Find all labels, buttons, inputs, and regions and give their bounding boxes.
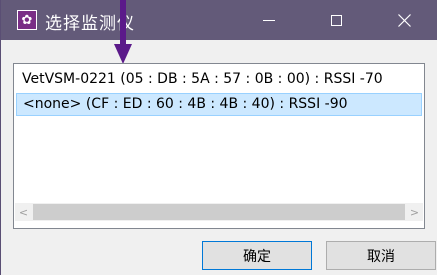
minimize-button[interactable] bbox=[246, 0, 292, 40]
title-bar[interactable]: ✿ 选择监测仪 bbox=[1, 0, 437, 40]
scroll-left-arrow-icon[interactable]: < bbox=[15, 203, 32, 221]
close-button[interactable] bbox=[381, 0, 427, 40]
scroll-right-arrow-icon[interactable]: > bbox=[406, 203, 423, 221]
maximize-button[interactable] bbox=[313, 0, 359, 40]
maximize-icon bbox=[330, 14, 342, 26]
device-list[interactable]: VetVSM-0221 (05 : DB : 5A : 57 : 0B : 00… bbox=[13, 63, 425, 229]
device-list-item-selected[interactable]: <none> (CF : ED : 60 : 4B : 4B : 40) : R… bbox=[16, 93, 422, 116]
cancel-button[interactable]: 取消 bbox=[326, 241, 436, 270]
annotation-arrow-icon bbox=[114, 0, 132, 64]
close-icon bbox=[397, 13, 411, 27]
ok-button[interactable]: 确定 bbox=[202, 241, 312, 270]
minimize-icon bbox=[263, 19, 275, 21]
horizontal-scrollbar[interactable]: < > bbox=[15, 203, 423, 221]
device-select-dialog: ✿ 选择监测仪 VetVSM-0221 (05 : DB : 5A : 57 :… bbox=[0, 0, 437, 275]
device-list-item[interactable]: VetVSM-0221 (05 : DB : 5A : 57 : 0B : 00… bbox=[16, 68, 422, 91]
paw-icon: ✿ bbox=[17, 10, 37, 30]
scrollbar-thumb[interactable] bbox=[33, 204, 405, 220]
